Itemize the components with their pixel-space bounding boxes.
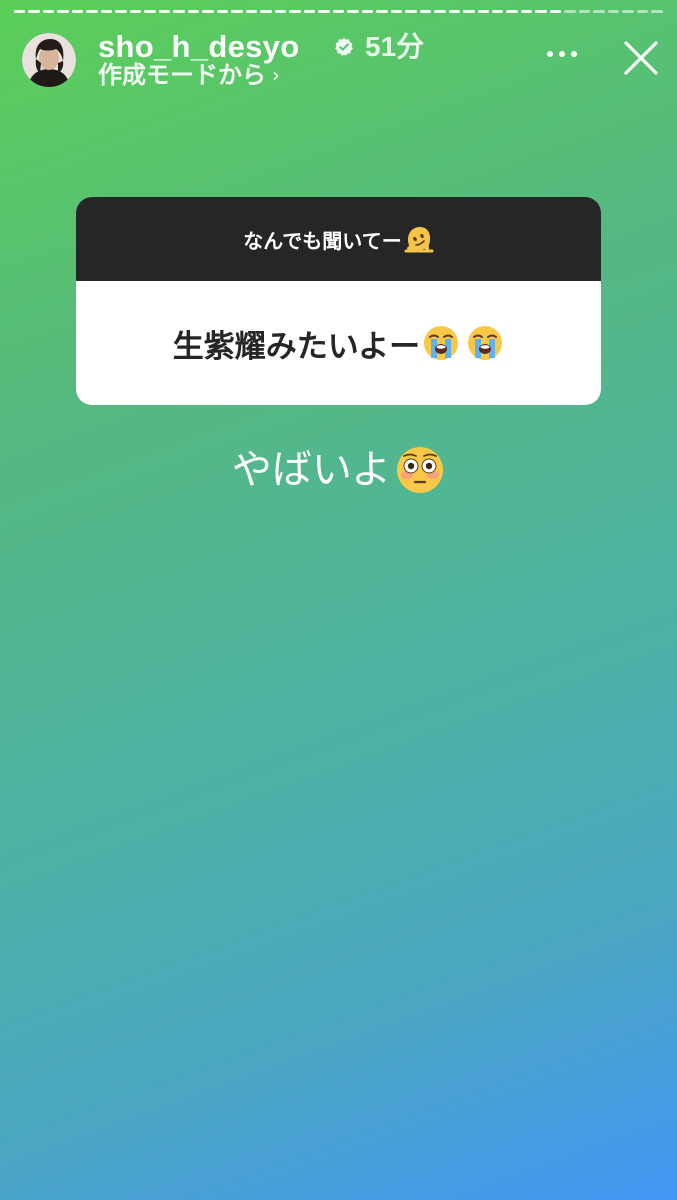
progress-segment <box>202 10 214 13</box>
progress-segment <box>491 10 504 13</box>
progress-segment <box>578 10 591 13</box>
progress-segment <box>260 10 272 13</box>
question-answer: 生紫耀みたいよー <box>76 281 601 405</box>
dot-icon <box>571 51 577 57</box>
progress-segment <box>347 10 359 13</box>
username[interactable]: sho_h_desyo <box>98 30 299 64</box>
progress-segment <box>71 10 84 13</box>
question-prompt-text: なんでも聞いてー <box>243 228 402 253</box>
progress-segment <box>100 10 113 13</box>
progress-segment <box>593 10 605 13</box>
progress-segment <box>477 10 489 13</box>
progress-segment <box>535 10 547 13</box>
story-viewer[interactable]: sho_h_desyo 51分 作成モードから › なんでも聞いてー 生紫耀みた… <box>0 0 677 1200</box>
melting-face-icon <box>404 227 434 253</box>
story-caption: やばいよ <box>0 440 677 500</box>
progress-segment <box>216 10 229 13</box>
caption-text: やばいよ <box>231 447 392 493</box>
create-mode-link[interactable]: 作成モードから › <box>98 60 280 90</box>
progress-segment <box>115 10 127 13</box>
post-time: 51分 <box>365 31 425 62</box>
profile-avatar[interactable] <box>22 33 76 87</box>
question-prompt: なんでも聞いてー <box>76 197 601 281</box>
question-sticker: なんでも聞いてー 生紫耀みたいよー <box>76 197 601 405</box>
progress-segment <box>42 10 55 13</box>
loudly-crying-face-icon <box>468 326 503 360</box>
progress-segment <box>361 10 374 13</box>
progress-segment <box>390 10 403 13</box>
progress-segment <box>245 10 258 13</box>
progress-segment <box>129 10 142 13</box>
progress-segment <box>28 10 40 13</box>
progress-segment <box>622 10 634 13</box>
verified-badge-icon <box>335 37 353 56</box>
progress-segment <box>332 10 345 13</box>
question-answer-text: 生紫耀みたいよー <box>172 328 421 365</box>
progress-segment <box>520 10 533 13</box>
progress-segment <box>419 10 432 13</box>
progress-segment <box>173 10 185 13</box>
progress-segment <box>231 10 243 13</box>
progress-segment <box>405 10 417 13</box>
story-header: sho_h_desyo 51分 作成モードから › <box>22 30 663 90</box>
progress-segment <box>463 10 475 13</box>
progress-segment <box>549 10 562 13</box>
progress-segment <box>448 10 461 13</box>
chevron-right-icon: › <box>272 63 280 87</box>
progress-segment <box>434 10 446 13</box>
progress-segment <box>564 10 576 13</box>
progress-segment <box>376 10 388 13</box>
progress-segment <box>636 10 649 13</box>
flushed-face-icon <box>397 447 444 493</box>
progress-segment <box>187 10 200 13</box>
progress-segment <box>318 10 330 13</box>
loudly-crying-face-icon <box>424 326 459 360</box>
progress-segment <box>14 10 26 13</box>
progress-segment <box>144 10 156 13</box>
progress-segment <box>506 10 518 13</box>
more-options-button[interactable] <box>547 44 577 64</box>
progress-segment <box>651 10 663 13</box>
progress-segment <box>158 10 171 13</box>
progress-segment <box>289 10 301 13</box>
dot-icon <box>547 51 553 57</box>
progress-segment <box>303 10 316 13</box>
progress-segment <box>57 10 69 13</box>
progress-segment <box>86 10 98 13</box>
close-icon[interactable] <box>623 40 659 76</box>
progress-segment <box>274 10 287 13</box>
progress-segment <box>607 10 620 13</box>
story-progress-bar <box>14 10 663 15</box>
dot-icon <box>559 51 565 57</box>
create-mode-label: 作成モードから <box>98 61 266 89</box>
